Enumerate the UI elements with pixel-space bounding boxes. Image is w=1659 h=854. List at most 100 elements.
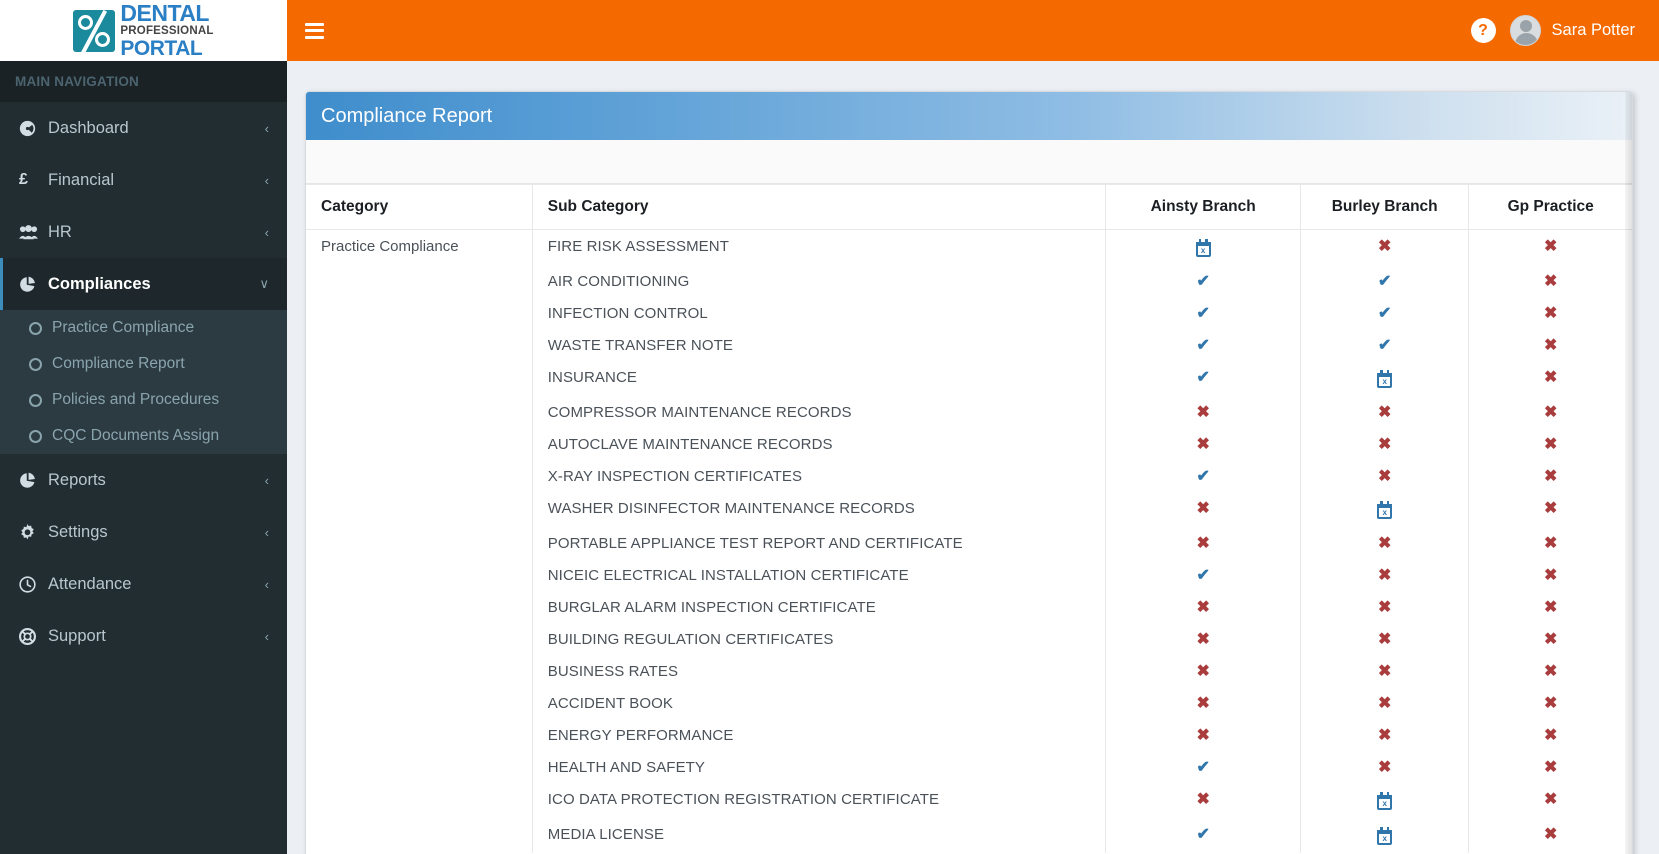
sidebar-item-compliances[interactable]: Compliances ∨ [0,258,287,310]
not-compliant-cross-icon: ✖ [1543,790,1558,808]
status-cell-gp-practice: ✖ [1468,265,1632,297]
status-cell-ainsty-branch: ✖ [1105,719,1301,751]
sidebar-item-label: Reports [48,470,106,489]
circle-bullet-icon [29,429,42,443]
not-compliant-cross-icon: ✖ [1543,368,1558,386]
compliant-tick-icon: ✔ [1196,304,1210,322]
chevron-left-icon: ‹ [264,224,269,240]
chevron-left-icon: ‹ [264,524,269,540]
circle-bullet-icon [29,357,42,371]
compliant-tick-icon: ✔ [1196,368,1210,386]
chevron-down-icon: ∨ [259,276,269,291]
sidebar-subitem-compliance-report[interactable]: Compliance Report [0,346,287,382]
dental-percent-logo-icon [73,9,116,54]
sidebar-subitem-label: CQC Documents Assign [52,427,220,444]
sidebar-item-label: HR [48,222,72,241]
status-cell-gp-practice: ✖ [1468,361,1632,396]
status-cell-burley-branch: x [1300,492,1470,527]
status-cell-ainsty-branch: ✖ [1105,623,1301,655]
status-cell-ainsty-branch: ✖ [1105,783,1301,818]
col-header-category[interactable]: Category [306,184,533,230]
sidebar-item-dashboard[interactable]: Dashboard ‹ [0,102,287,154]
not-compliant-cross-icon: ✖ [1543,566,1558,584]
not-compliant-cross-icon: ✖ [1543,598,1558,616]
col-header-ainsty-branch[interactable]: Ainsty Branch [1105,184,1301,230]
table-header-row: Category Sub Category Ainsty Branch Burl… [306,184,1632,230]
table-row: Practice Compliance FIRE RISK ASSESSMENT x… [306,229,1632,853]
status-cell-burley-branch: x [1300,818,1470,853]
not-compliant-cross-icon: ✖ [1543,336,1558,354]
status-cell-ainsty-branch: ✖ [1105,396,1301,428]
status-cell-burley-branch: ✖ [1300,591,1470,623]
compliant-tick-icon: ✔ [1196,336,1210,354]
chevron-left-icon: ‹ [264,472,269,488]
hamburger-icon[interactable] [287,0,341,61]
brand-logo[interactable]: DENTAL PROFESSIONAL PORTAL [0,0,287,61]
sidebar-item-label: Support [48,626,106,645]
avatar [1509,15,1541,46]
col-header-burley-branch[interactable]: Burley Branch [1300,184,1470,230]
sub-category-cell: ENERGY PERFORMANCE [532,719,1107,751]
sidebar-subitem-label: Practice Compliance [52,319,195,336]
status-cell-gp-practice: ✖ [1468,623,1632,655]
status-cell-ainsty-branch: x [1105,229,1301,265]
clock-icon [19,575,45,593]
sidebar-item-financial[interactable]: £ Financial ‹ [0,154,287,206]
sidebar-subitem-cqc-documents-assign[interactable]: CQC Documents Assign [0,418,287,454]
not-compliant-cross-icon: ✖ [1377,694,1392,712]
not-compliant-cross-icon: ✖ [1543,237,1558,255]
sidebar-item-label: Dashboard [48,118,129,137]
status-cell-burley-branch: ✖ [1300,751,1470,783]
content-area: Compliance Report Category Sub Category … [287,61,1659,854]
sidebar-item-label: Attendance [48,574,132,593]
user-name: Sara Potter [1551,21,1635,39]
circle-bullet-icon [29,321,42,335]
status-cell-gp-practice: ✖ [1468,655,1632,687]
status-cell-ainsty-branch: ✔ [1105,297,1301,329]
compliance-report-panel: Compliance Report Category Sub Category … [305,91,1633,854]
not-compliant-cross-icon: ✖ [1543,435,1558,453]
due-date-calendar-icon: x [1377,369,1393,389]
status-cell-gp-practice: ✖ [1468,559,1632,591]
status-cell-gp-practice: ✖ [1468,687,1632,719]
col-header-sub-category[interactable]: Sub Category [532,184,1107,230]
status-cell-gp-practice: ✖ [1468,591,1632,623]
sub-category-cell: WASHER DISINFECTOR MAINTENANCE RECORDS [532,492,1107,527]
status-cell-ainsty-branch: ✖ [1105,527,1301,559]
sub-category-cell: HEALTH AND SAFETY [532,751,1107,783]
status-cell-gp-practice: ✖ [1468,297,1632,329]
not-compliant-cross-icon: ✖ [1377,403,1392,421]
compliant-tick-icon: ✔ [1196,758,1210,776]
sidebar-subitem-practice-compliance[interactable]: Practice Compliance [0,310,287,346]
not-compliant-cross-icon: ✖ [1196,435,1210,453]
status-cell-gp-practice: ✖ [1468,751,1632,783]
status-cell-burley-branch: ✖ [1300,460,1470,492]
circle-bullet-icon [29,393,42,407]
category-cell: Practice Compliance [306,229,533,853]
sidebar-item-support[interactable]: Support ‹ [0,610,287,662]
status-cell-gp-practice: ✖ [1468,329,1632,361]
sub-category-cell: ICO DATA PROTECTION REGISTRATION CERTIFI… [532,783,1107,818]
status-cell-ainsty-branch: ✖ [1105,655,1301,687]
compliant-tick-icon: ✔ [1196,825,1210,843]
status-cell-ainsty-branch: ✖ [1105,428,1301,460]
sidebar-item-hr[interactable]: HR ‹ [0,206,287,258]
status-cell-burley-branch: ✖ [1300,229,1470,265]
dashboard-icon [19,120,45,137]
sidebar-item-label: Financial [48,170,115,189]
sidebar-item-settings[interactable]: Settings ‹ [0,506,287,558]
table-head: Category Sub Category Ainsty Branch Burl… [306,184,1632,230]
sub-category-cell: NICEIC ELECTRICAL INSTALLATION CERTIFICA… [532,559,1107,591]
sidebar-item-attendance[interactable]: Attendance ‹ [0,558,287,610]
status-cell-ainsty-branch: ✔ [1105,751,1301,783]
help-icon[interactable]: ? [1470,18,1496,43]
sidebar-subitem-policies-and-procedures[interactable]: Policies and Procedures [0,382,287,418]
chevron-left-icon: ‹ [264,628,269,644]
not-compliant-cross-icon: ✖ [1543,499,1558,517]
sidebar-item-reports[interactable]: Reports ‹ [0,454,287,506]
user-menu[interactable]: Sara Potter [1509,15,1635,46]
not-compliant-cross-icon: ✖ [1543,534,1558,552]
col-header-gp-practice[interactable]: Gp Practice [1468,184,1632,230]
sub-category-cell: BUILDING REGULATION CERTIFICATES [532,623,1107,655]
not-compliant-cross-icon: ✖ [1543,726,1558,744]
